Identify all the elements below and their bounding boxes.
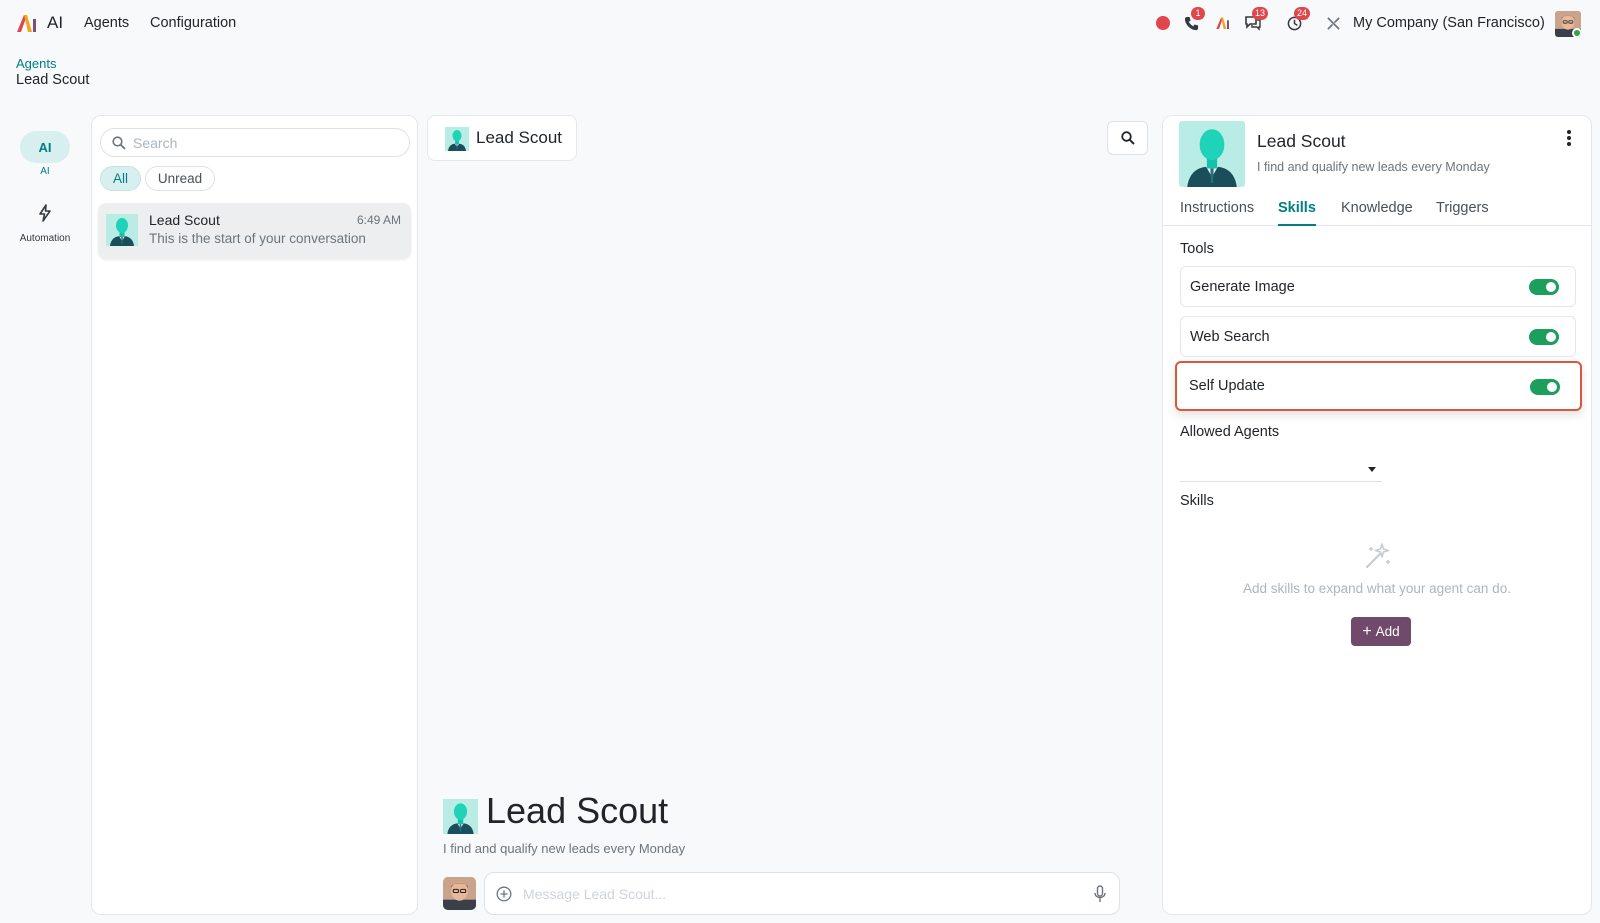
microphone-icon[interactable] <box>1093 885 1107 903</box>
chat-header-title: Lead Scout <box>476 128 563 147</box>
ai-logo-icon[interactable] <box>1213 12 1233 34</box>
agent-name[interactable]: Lead Scout <box>1257 131 1346 152</box>
search-input[interactable] <box>133 134 393 152</box>
search-field[interactable] <box>100 128 410 157</box>
chat-intro-subtitle: I find and qualify new leads every Monda… <box>443 841 686 856</box>
activities-badge: 24 <box>1294 7 1311 20</box>
filter-unread-button[interactable]: Unread <box>145 166 215 191</box>
tab-triggers[interactable]: Triggers <box>1436 200 1489 224</box>
current-user-avatar <box>443 877 476 910</box>
automation-bolt-icon[interactable] <box>36 204 54 222</box>
skills-empty-text: Add skills to expand what your agent can… <box>1243 581 1511 596</box>
breadcrumb-current: Lead Scout <box>16 72 90 88</box>
chat-search-button[interactable] <box>1107 121 1148 155</box>
conversation-item[interactable]: Lead Scout 6:49 AM This is the start of … <box>98 203 411 259</box>
tools-icon[interactable] <box>1324 12 1342 34</box>
messages-icon[interactable]: 13 <box>1242 7 1269 34</box>
chat-header-agent[interactable]: Lead Scout <box>427 115 577 161</box>
app-logo-icon[interactable] <box>15 13 39 33</box>
agent-settings-panel: Lead Scout I find and qualify new leads … <box>1162 115 1592 915</box>
add-skill-button[interactable]: + Add <box>1351 617 1411 646</box>
nav-configuration[interactable]: Configuration <box>150 15 236 31</box>
plus-icon: + <box>1362 622 1372 640</box>
top-navbar: AI Agents Configuration 1 13 24 My Compa… <box>0 0 1600 46</box>
generate-image-toggle[interactable] <box>1529 279 1559 295</box>
chat-intro-title: Lead Scout <box>486 790 669 831</box>
allowed-agents-heading: Allowed Agents <box>1180 424 1280 440</box>
message-input[interactable] <box>523 885 1063 903</box>
company-switcher[interactable]: My Company (San Francisco) <box>1353 15 1545 31</box>
rail-automation-label[interactable]: Automation <box>10 233 80 244</box>
add-attachment-icon[interactable] <box>496 886 512 902</box>
search-icon <box>1120 131 1135 145</box>
agent-tabs: Instructions Skills Knowledge Triggers <box>1163 191 1591 226</box>
filter-all-button[interactable]: All <box>100 166 141 191</box>
conversation-time: 6:49 AM <box>356 213 401 227</box>
messages-badge: 13 <box>1252 7 1269 20</box>
magic-wand-icon <box>1365 543 1390 569</box>
tool-label: Self Update <box>1189 378 1265 394</box>
agent-avatar-icon <box>445 127 469 151</box>
conversation-list-panel: All Unread Lead Scout 6:49 AM This is th… <box>91 115 418 915</box>
record-icon[interactable] <box>1155 12 1171 34</box>
tab-skills[interactable]: Skills <box>1278 200 1316 226</box>
agent-image[interactable] <box>1179 121 1245 187</box>
tool-self-update: Self Update <box>1175 361 1582 411</box>
conversation-title: Lead Scout <box>149 212 220 228</box>
allowed-agents-select[interactable] <box>1180 456 1382 482</box>
conversation-preview: This is the start of your conversation <box>149 231 366 246</box>
tab-knowledge[interactable]: Knowledge <box>1341 200 1413 224</box>
rail-ai-button[interactable]: AI <box>20 131 70 163</box>
tool-web-search: Web Search <box>1180 316 1576 357</box>
search-icon <box>112 136 126 150</box>
tool-label: Web Search <box>1190 329 1270 345</box>
rail-ai-label: AI <box>40 166 50 177</box>
phone-icon[interactable]: 1 <box>1181 7 1205 34</box>
online-status-icon <box>1572 28 1581 37</box>
message-composer[interactable] <box>484 872 1120 915</box>
skills-heading: Skills <box>1180 493 1214 509</box>
app-name[interactable]: AI <box>47 13 63 33</box>
calls-badge: 1 <box>1191 7 1205 20</box>
tools-heading: Tools <box>1180 241 1214 257</box>
nav-agents[interactable]: Agents <box>84 15 129 31</box>
tool-generate-image: Generate Image <box>1180 266 1576 307</box>
agent-description[interactable]: I find and qualify new leads every Monda… <box>1257 160 1490 174</box>
self-update-toggle[interactable] <box>1530 379 1560 395</box>
add-skill-label: Add <box>1375 624 1400 639</box>
agent-avatar-icon <box>106 214 138 246</box>
tool-label: Generate Image <box>1190 279 1295 295</box>
agent-avatar-icon <box>443 799 478 834</box>
clock-icon[interactable]: 24 <box>1284 7 1311 34</box>
web-search-toggle[interactable] <box>1529 329 1559 345</box>
user-avatar[interactable] <box>1555 11 1581 37</box>
more-options-icon[interactable] <box>1561 128 1577 148</box>
tab-instructions[interactable]: Instructions <box>1180 200 1254 224</box>
breadcrumb-agents[interactable]: Agents <box>16 56 56 71</box>
